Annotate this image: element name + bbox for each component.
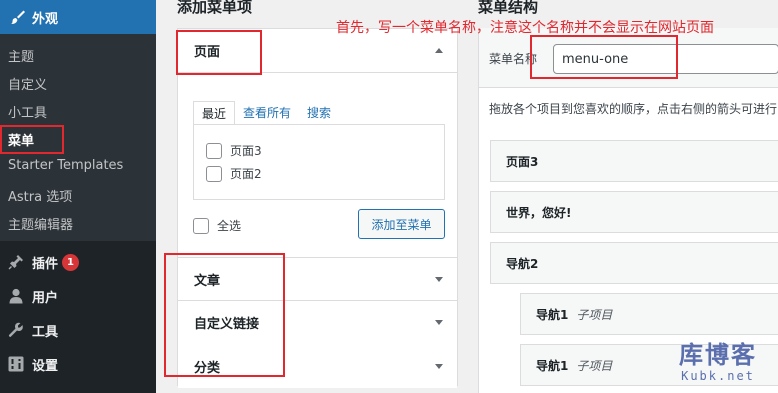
menu-structure-title: 菜单结构 (478, 0, 539, 16)
menu-users-label: 用户 (32, 290, 59, 306)
expand-arrow-icon[interactable] (435, 276, 443, 282)
checkbox[interactable] (206, 142, 222, 159)
menu-structure-panel: 菜单名称 拖放各个项目到您喜欢的顺序，点击右侧的箭头可进行 页面3 世界，您好!… (478, 28, 778, 393)
submenu-item-starter-templates[interactable]: Starter Templates (8, 158, 123, 173)
menu-users[interactable]: 用户 (0, 279, 156, 313)
menu-item-label: 导航1 (536, 358, 569, 373)
select-all-label: 全选 (217, 219, 242, 233)
tab-view-all[interactable]: 查看所有 (235, 101, 299, 125)
menu-item-label: 导航2 (506, 256, 539, 271)
page-label: 页面2 (230, 167, 262, 181)
menu-item[interactable]: 导航2 (490, 242, 778, 284)
submenu-item-widgets[interactable]: 小工具 (8, 102, 47, 121)
submenu-item-astra-options[interactable]: Astra 选项 (8, 186, 72, 205)
update-count-badge: 1 (62, 253, 80, 271)
menu-item-child[interactable]: 导航1 子项目 (520, 293, 778, 335)
wrench-icon (6, 321, 26, 339)
paintbrush-icon (8, 9, 28, 25)
highlight-box (0, 125, 64, 154)
highlight-box (176, 30, 262, 75)
user-icon (6, 287, 26, 305)
annotation-note: 首先，写一个菜单名称，注意这个名称并不会显示在网站页面 (336, 20, 714, 36)
checkbox[interactable] (193, 217, 209, 234)
menu-settings-label: 设置 (32, 358, 59, 374)
menu-appearance-label: 外观 (32, 11, 59, 27)
expand-arrow-icon[interactable] (435, 320, 443, 325)
menu-item-label: 导航1 (536, 307, 569, 322)
menu-plugins-label: 插件 (32, 256, 59, 272)
collapse-arrow-icon[interactable] (435, 48, 443, 53)
sub-item-tag: 子项目 (576, 358, 613, 373)
submenu-item-themes[interactable]: 主题 (8, 46, 34, 65)
menu-tools-label: 工具 (32, 324, 59, 340)
menu-item-label: 世界，您好! (506, 205, 572, 220)
expand-arrow-icon[interactable] (435, 363, 443, 369)
page-checkbox-row[interactable]: 页面3 (206, 142, 262, 159)
watermark-cn: 库博客 (679, 341, 757, 369)
settings-icon (6, 355, 26, 373)
add-to-menu-button[interactable]: 添加至菜单 (358, 209, 445, 239)
admin-sidebar: 外观 主题 自定义 小工具 菜单 Starter Templates Astra… (0, 0, 156, 393)
plugin-icon (6, 253, 26, 271)
menu-item[interactable]: 世界，您好! (490, 191, 778, 233)
page-checkbox-row[interactable]: 页面2 (206, 165, 262, 182)
menu-item[interactable]: 页面3 (490, 140, 778, 182)
recent-pages-list: 页面3 页面2 (193, 124, 445, 200)
submenu-item-customize[interactable]: 自定义 (8, 74, 47, 93)
highlight-box (164, 253, 285, 377)
highlight-box (530, 35, 678, 79)
menu-item-label: 页面3 (506, 154, 539, 169)
tab-recent[interactable]: 最近 (193, 101, 236, 125)
page-label: 页面3 (230, 144, 262, 158)
submenu-item-theme-editor[interactable]: 主题编辑器 (8, 214, 73, 233)
menu-settings[interactable]: 设置 (0, 347, 156, 381)
checkbox[interactable] (206, 165, 222, 182)
pages-tabs: 最近 查看所有 搜索 (193, 101, 339, 125)
menu-tools[interactable]: 工具 (0, 313, 156, 347)
menu-plugins[interactable]: 插件 1 (0, 245, 156, 279)
select-all-checkbox[interactable]: 全选 (193, 217, 241, 234)
watermark-en: Kubk.net (681, 369, 755, 383)
add-menu-items-title: 添加菜单项 (177, 0, 253, 16)
watermark: 库博客 Kubk.net (668, 341, 768, 383)
menu-appearance[interactable]: 外观 (0, 0, 156, 34)
drag-instructions: 拖放各个项目到您喜欢的顺序，点击右侧的箭头可进行 (489, 102, 778, 116)
tab-search[interactable]: 搜索 (299, 101, 339, 125)
sub-item-tag: 子项目 (576, 307, 613, 322)
